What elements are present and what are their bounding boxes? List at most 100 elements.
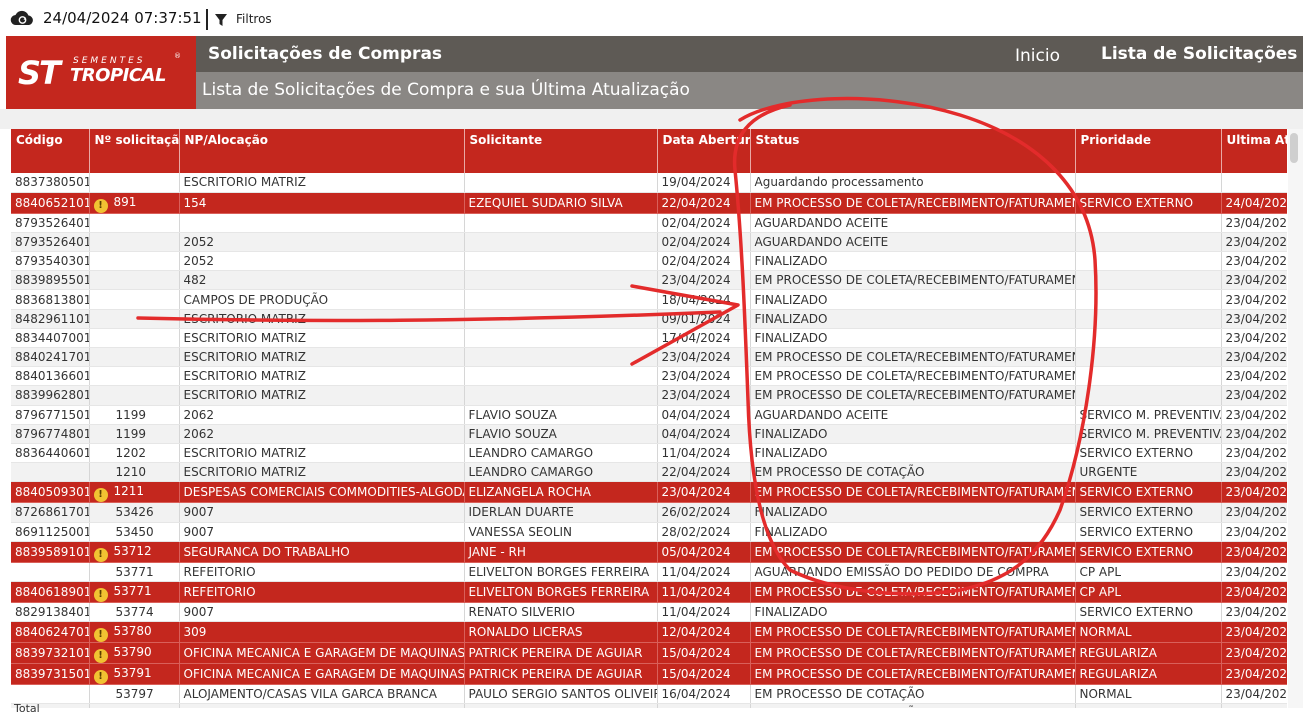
cell-solicitacao-text: 53450 xyxy=(115,524,154,539)
table-row[interactable]: 1210 ESCRITORIO MATRIZ LEANDRO CAMARGO 22/0… xyxy=(11,462,1287,483)
column-header-np-alocacao[interactable]: NP/Alocação xyxy=(179,129,465,173)
table-row[interactable]: 8840241701 ESCRITORIO MATRIZ 23/04/2024 EM … xyxy=(11,347,1288,368)
table-row[interactable]: 8796774801 1199 2062 FLAVIO SOUZA 04/04/2024… xyxy=(11,424,1287,444)
table-row[interactable]: 8837380501 ESCRITORIO MATRIZ 19/04/2024 Agu… xyxy=(11,173,1287,193)
cell-prioridade-text: NORMAL xyxy=(1079,625,1132,640)
table-row[interactable]: 8793526401 02/04/2024 AGUARDANDO ACEITE 23/… xyxy=(11,213,1287,233)
cell-prioridade xyxy=(1075,232,1222,253)
cell-data-abertura: 15/04/2024 xyxy=(657,663,751,686)
cell-status-text: FINALIZADO xyxy=(754,446,828,461)
cell-np-alocacao: 9007 xyxy=(179,602,465,623)
cell-codigo: 8796774801 xyxy=(11,424,90,444)
cell-solicitante-text: ELIZANGELA ROCHA xyxy=(468,485,591,500)
cell-data-abertura-text: 16/04/2024 xyxy=(661,687,731,702)
cell-data-abertura: 02/04/2024 xyxy=(657,232,751,253)
cell-prioridade: SERVICO M. PREVENTIVA xyxy=(1075,424,1222,444)
cell-codigo-text: 8839962801 xyxy=(15,388,89,403)
table-row[interactable]: 8793526401 2052 02/04/2024 AGUARDANDO ACEIT… xyxy=(11,232,1288,253)
cell-np-alocacao-text: 9007 xyxy=(183,604,215,619)
table-row[interactable]: 8691125001 53450 9007 VANESSA SEOLIN 28/02/2… xyxy=(11,522,1287,542)
cell-ultima-atualizacao-text: 23/04/2024 xyxy=(1225,234,1288,249)
cell-status: FINALIZADO xyxy=(750,328,1076,349)
cell-prioridade xyxy=(1075,385,1222,406)
table-row[interactable]: 8836813801 CAMPOS DE PRODUÇÃO 18/04/2024 FI… xyxy=(11,289,1287,310)
cell-np-alocacao: SEGURANCA DO TRABALHO xyxy=(179,541,465,563)
column-header-ultima-atualizacao[interactable]: Ultima Atualização xyxy=(1221,129,1287,173)
cell-status: EM PROCESSO DE COTAÇÃO xyxy=(750,462,1076,483)
cell-np-alocacao: CAMPOS DE PRODUÇÃO xyxy=(179,289,465,310)
cell-ultima-atualizacao-text: 23/04/2024 xyxy=(1225,505,1288,520)
cell-solicitante xyxy=(464,173,658,193)
cell-np-alocacao: ESCRITORIO MATRIZ xyxy=(179,366,465,387)
table-row[interactable]: 8840509301! 1211 DESPESAS COMERCIAIS COMMO… xyxy=(11,481,1287,504)
cell-codigo: 8840509301 xyxy=(11,481,90,504)
header-title-band: Solicitações de Compras Inicio Lista de … xyxy=(196,36,1303,72)
cell-np-alocacao: 309 xyxy=(179,621,465,644)
cell-np-alocacao: DESPESAS COMERCIAIS COMMODITIES-ALGODAO xyxy=(179,481,465,504)
cell-prioridade: SERVICO EXTERNO xyxy=(1075,602,1222,623)
table-row[interactable]: 8482961101 ESCRITORIO MATRIZ 09/01/2024 FIN… xyxy=(11,309,1287,329)
cell-status: EM PROCESSO DE COLETA/RECEBIMENTO/FATURA… xyxy=(750,385,1076,406)
cell-prioridade-text: SERVICO M. PREVENTIVA xyxy=(1079,407,1221,422)
table-row[interactable]: 8839962801 ESCRITORIO MATRIZ 23/04/2024 EM … xyxy=(11,385,1287,406)
cell-data-abertura-text: 15/04/2024 xyxy=(661,667,731,682)
cell-codigo: 8840618901 xyxy=(11,581,90,603)
cell-solicitacao-text: 1199 xyxy=(115,426,147,441)
table-row[interactable]: 8840136601 ESCRITORIO MATRIZ 23/04/2024 EM … xyxy=(11,366,1288,387)
cell-solicitacao: 53797 xyxy=(89,703,180,708)
table-row[interactable]: 8796771501 1199 2062 FLAVIO SOUZA 04/04/2024… xyxy=(11,405,1287,425)
table-row[interactable]: 8839895501 482 23/04/2024 EM PROCESSO DE CO… xyxy=(11,270,1287,291)
cloud-refresh-icon[interactable] xyxy=(10,9,34,27)
scrollbar-thumb[interactable] xyxy=(1290,133,1298,163)
table-row[interactable]: 8840618901! 53771 REFEITORIO ELIVELTON BORG… xyxy=(11,581,1287,603)
cell-codigo-text: 8793526401 xyxy=(15,234,89,249)
nav-link-inicio[interactable]: Inicio xyxy=(1015,46,1060,66)
table-row[interactable]: 53797ALOJAMENTO/CASAS VILA GARCA BRANCAP… xyxy=(11,703,1287,708)
table-row[interactable]: 8793540301 2052 02/04/2024 FINALIZADO 23/04/… xyxy=(11,251,1287,272)
table-row[interactable]: 53771 REFEITORIO ELIVELTON BORGES FERREIRA… xyxy=(11,562,1287,582)
cell-data-abertura: 11/04/2024 xyxy=(657,562,751,582)
filter-button-label[interactable]: Filtros xyxy=(236,12,272,26)
table-row[interactable]: 8839731501! 53791 OFICINA MECANICA E GARAG… xyxy=(11,663,1287,686)
cell-ultima-atualizacao: 23/04/2024 xyxy=(1221,522,1287,542)
cell-solicitante: FLAVIO SOUZA xyxy=(464,424,658,444)
cell-np-alocacao-text: OFICINA MECANICA E GARAGEM DE MAQUINAS xyxy=(183,646,464,661)
cell-data-abertura: 23/04/2024 xyxy=(657,385,751,406)
table-row[interactable]: 8840624701! 53780 309 RONALDO LICERAS 12/04/… xyxy=(11,621,1287,644)
column-header-data-abertura[interactable]: Data Abertura xyxy=(657,129,751,173)
column-header-solicitante[interactable]: Solicitante xyxy=(464,129,658,173)
table-row[interactable]: 8726861701 53426 9007 IDERLAN DUARTE 26/02/2… xyxy=(11,502,1288,523)
cell-solicitante-text: RONALDO LICERAS xyxy=(468,625,583,640)
cell-prioridade-text: SERVICO EXTERNO xyxy=(1079,195,1194,210)
column-header-prioridade[interactable]: Prioridade xyxy=(1075,129,1222,173)
table-row[interactable]: 8839589101! 53712 SEGURANCA DO TRABALHO JAN… xyxy=(11,541,1287,563)
cell-codigo: 8839962801 xyxy=(11,385,90,406)
table-row[interactable]: 53797ALOJAMENTO/CASAS VILA GARCA BRANCAP… xyxy=(11,684,1287,705)
filter-icon[interactable] xyxy=(214,13,228,27)
cell-data-abertura: 28/02/2024 xyxy=(657,522,751,542)
column-header-status[interactable]: Status xyxy=(750,129,1076,173)
cell-status-text: EM PROCESSO DE COLETA/RECEBIMENTO/FATURA… xyxy=(754,369,1075,384)
cell-ultima-atualizacao-text: 23/04/2024 xyxy=(1225,369,1288,384)
cell-ultima-atualizacao-text: 23/04/2024 xyxy=(1225,350,1288,365)
requests-table-container[interactable]: Código Nº solicitação NP/Alocação Solici… xyxy=(11,129,1287,708)
cell-status: EM PROCESSO DE COLETA/RECEBIMENTO/FATURA… xyxy=(750,481,1076,504)
cell-np-alocacao-text: ALOJAMENTO/CASAS VILA GARCA BRANCA xyxy=(183,687,438,702)
table-row[interactable]: 8829138401 53774 9007 RENATO SILVERIO 11/04/… xyxy=(11,602,1287,623)
table-row[interactable]: 8839732101! 53790 OFICINA MECANICA E GARAG… xyxy=(11,642,1287,665)
cell-solicitante-text: JANE - RH xyxy=(468,544,526,559)
cell-solicitante xyxy=(464,309,658,329)
cell-prioridade xyxy=(1075,270,1222,291)
cell-data-abertura-text: 11/04/2024 xyxy=(661,564,731,579)
cell-data-abertura: 18/04/2024 xyxy=(657,289,751,310)
nav-link-lista[interactable]: Lista de Solicitações xyxy=(1101,44,1297,64)
column-header-solicitacao[interactable]: Nº solicitação xyxy=(89,129,180,173)
cell-status-text: EM PROCESSO DE COLETA/RECEBIMENTO/FATURA… xyxy=(754,485,1075,500)
cell-codigo: 8840241701 xyxy=(11,347,90,368)
table-row[interactable]: 8840652101! 891 154 EZEQUIEL SUDARIO SILVA 2… xyxy=(11,192,1287,214)
cell-prioridade xyxy=(1075,309,1222,329)
table-row[interactable]: 8836440601 1202 ESCRITORIO MATRIZ LEANDRO C… xyxy=(11,443,1287,464)
vertical-scrollbar[interactable] xyxy=(1288,129,1303,708)
column-header-codigo[interactable]: Código xyxy=(11,129,90,173)
table-row[interactable]: 8834407001 ESCRITORIO MATRIZ 17/04/2024 FIN… xyxy=(11,328,1287,349)
